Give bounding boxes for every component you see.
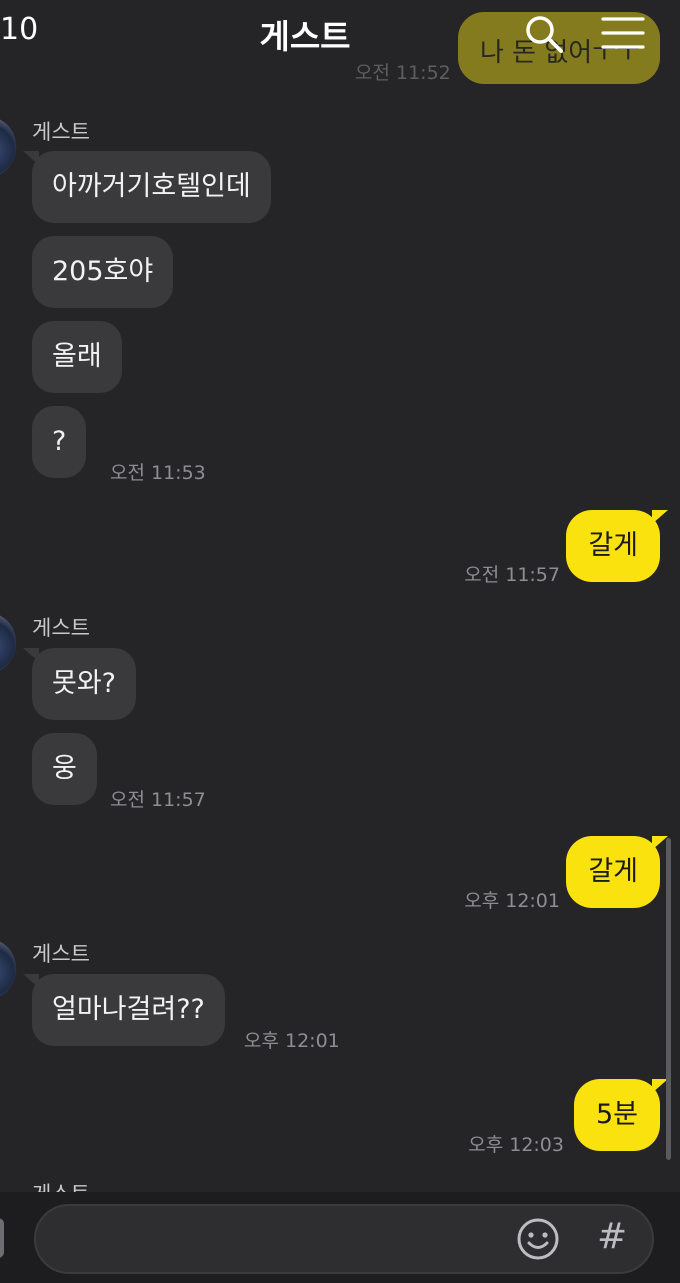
message-time: 오전 11:57 <box>110 789 206 811</box>
guest-avatar[interactable] <box>0 938 16 1000</box>
sent-message[interactable]: 갈게 <box>566 836 668 908</box>
received-message[interactable]: 얼마나걸려?? <box>23 974 225 1046</box>
sender-name: 게스트 <box>32 942 90 966</box>
menu-icon[interactable] <box>601 16 645 50</box>
scrollbar[interactable] <box>666 838 671 1160</box>
received-message[interactable]: 205호야 <box>32 236 174 308</box>
sent-message[interactable]: 5분 <box>573 1079 669 1151</box>
message-time: 오후 12:03 <box>468 1134 564 1156</box>
sender-name: 게스트 <box>32 616 90 640</box>
message-time: 오후 12:01 <box>244 1030 340 1052</box>
chat-title: 게스트 <box>259 17 351 56</box>
attach-button[interactable] <box>0 1218 4 1258</box>
emoji-icon[interactable] <box>516 1217 560 1261</box>
received-message[interactable]: 웅 <box>32 733 97 805</box>
guest-avatar[interactable] <box>0 116 16 178</box>
message-input[interactable] <box>34 1204 654 1274</box>
message-time: 오후 12:01 <box>464 890 560 912</box>
hash-icon[interactable]: # <box>597 1216 627 1257</box>
message-time: 오전 11:53 <box>110 462 206 484</box>
received-message[interactable]: 올래 <box>32 321 122 393</box>
received-message[interactable]: ? <box>32 406 87 478</box>
message-time: 오전 11:57 <box>464 564 560 586</box>
guest-avatar[interactable] <box>0 612 16 674</box>
received-message[interactable]: 아까거기호텔인데 <box>23 151 271 223</box>
previous-message-time: 오전 11:52 <box>355 62 451 84</box>
sender-name: 게스트 <box>32 120 90 144</box>
received-message[interactable]: 못와? <box>22 648 137 720</box>
search-icon[interactable] <box>524 14 564 54</box>
sent-message[interactable]: 갈게 <box>566 510 668 582</box>
